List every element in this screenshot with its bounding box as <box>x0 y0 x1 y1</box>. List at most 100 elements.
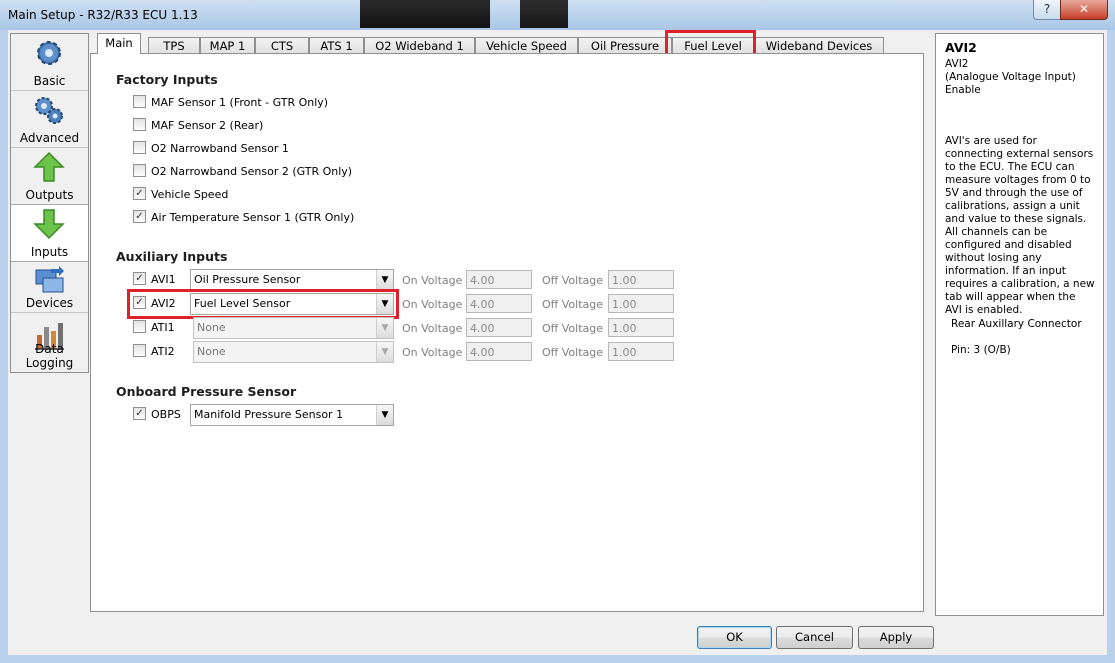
avi1-checkbox[interactable]: ✓ <box>133 272 146 285</box>
ati1-off-voltage-field[interactable]: 1.00 <box>608 318 674 337</box>
sidebar-item-data-logging[interactable]: Data Logging <box>11 316 88 372</box>
avi2-label: AVI2 <box>151 297 176 310</box>
maf-sensor-1-checkbox[interactable] <box>133 95 146 108</box>
down-arrow-icon <box>33 209 65 240</box>
ati2-off-voltage-label: Off Voltage <box>542 346 603 359</box>
maf-sensor-1-label: MAF Sensor 1 (Front - GTR Only) <box>151 96 329 109</box>
devices-icon <box>35 266 64 293</box>
window-title: Main Setup - R32/R33 ECU 1.13 <box>8 8 198 22</box>
ati2-checkbox[interactable] <box>133 344 146 357</box>
avi1-off-voltage-field[interactable]: 1.00 <box>608 270 674 289</box>
sidebar-item-label: Basic <box>33 74 66 88</box>
maf-sensor-2-checkbox[interactable] <box>133 118 146 131</box>
ati2-on-voltage-label: On Voltage <box>402 346 463 359</box>
info-connector: Rear Auxillary Connector <box>951 318 1082 330</box>
gear-icon <box>37 41 61 65</box>
air-temp-sensor-checkbox[interactable]: ✓ <box>133 210 146 223</box>
sidebar-item-label: Inputs <box>30 245 69 259</box>
title-bar-shade-2 <box>520 0 568 28</box>
chevron-down-icon: ▼ <box>376 342 393 362</box>
info-subtitle: AVI2 (Analogue Voltage Input) Enable <box>945 58 1076 97</box>
avi2-sensor-value: Fuel Level Sensor <box>194 297 291 310</box>
o2-narrowband-1-checkbox[interactable] <box>133 141 146 154</box>
factory-inputs-heading: Factory Inputs <box>116 72 218 87</box>
vehicle-speed-checkbox[interactable]: ✓ <box>133 187 146 200</box>
avi2-on-voltage-label: On Voltage <box>402 298 463 311</box>
sidebar-item-label: Outputs <box>25 188 74 202</box>
tab-map-1[interactable]: MAP 1 <box>200 37 255 54</box>
obps-sensor-value: Manifold Pressure Sensor 1 <box>194 408 344 421</box>
chevron-down-icon: ▼ <box>376 405 393 425</box>
obps-label: OBPS <box>151 408 181 421</box>
ati1-on-voltage-label: On Voltage <box>402 322 463 335</box>
chevron-down-icon: ▼ <box>376 294 393 314</box>
tab-main[interactable]: Main <box>97 33 141 54</box>
avi2-sensor-select[interactable]: Fuel Level Sensor ▼ <box>190 293 394 315</box>
apply-button[interactable]: Apply <box>858 626 934 649</box>
avi2-checkbox[interactable]: ✓ <box>133 296 146 309</box>
tab-wideband-devices[interactable]: Wideband Devices <box>754 37 884 54</box>
up-arrow-icon <box>33 151 65 182</box>
avi2-off-voltage-label: Off Voltage <box>542 298 603 311</box>
ok-button[interactable]: OK <box>697 626 772 649</box>
tab-fuel-level[interactable]: Fuel Level <box>672 37 754 54</box>
ati2-on-voltage-field[interactable]: 4.00 <box>466 342 532 361</box>
sidebar-item-label: Devices <box>25 296 74 310</box>
ati1-checkbox[interactable] <box>133 320 146 333</box>
avi1-sensor-select[interactable]: Oil Pressure Sensor ▼ <box>190 269 394 291</box>
info-sub-line: AVI2 <box>945 58 969 70</box>
info-sub-line: Enable <box>945 84 981 96</box>
gears-icon <box>35 97 63 124</box>
sidebar-item-label: Advanced <box>19 131 80 145</box>
sidebar-item-basic[interactable]: Basic <box>11 34 88 91</box>
ati1-label: ATI1 <box>151 321 175 334</box>
avi2-off-voltage-field[interactable]: 1.00 <box>608 294 674 313</box>
avi1-on-voltage-label: On Voltage <box>402 274 463 287</box>
chevron-down-icon: ▼ <box>376 318 393 338</box>
obps-sensor-select[interactable]: Manifold Pressure Sensor 1 ▼ <box>190 404 394 426</box>
onboard-pressure-heading: Onboard Pressure Sensor <box>116 384 297 399</box>
avi1-sensor-value: Oil Pressure Sensor <box>194 273 301 286</box>
air-temp-sensor-label: Air Temperature Sensor 1 (GTR Only) <box>151 211 355 224</box>
vehicle-speed-label: Vehicle Speed <box>151 188 229 201</box>
ati1-off-voltage-label: Off Voltage <box>542 322 603 335</box>
avi1-label: AVI1 <box>151 273 176 286</box>
ati1-sensor-value: None <box>197 321 226 334</box>
sidebar-item-outputs[interactable]: Outputs <box>11 148 88 205</box>
info-panel: AVI2 AVI2 (Analogue Voltage Input) Enabl… <box>935 33 1104 616</box>
tab-ats-1[interactable]: ATS 1 <box>309 37 364 54</box>
sidebar-item-advanced[interactable]: Advanced <box>11 91 88 148</box>
auxiliary-inputs-heading: Auxiliary Inputs <box>116 249 228 264</box>
sidebar-item-devices[interactable]: Devices <box>11 262 88 313</box>
ati1-sensor-select[interactable]: None ▼ <box>193 317 394 339</box>
close-button[interactable]: ✕ <box>1060 0 1108 20</box>
tab-o2-wideband-1[interactable]: O2 Wideband 1 <box>364 37 475 54</box>
sidebar-item-label: Data Logging <box>25 342 74 370</box>
info-description: AVI's are used for connecting external s… <box>945 135 1095 316</box>
sidebar-item-inputs[interactable]: Inputs <box>11 204 88 262</box>
tab-tps[interactable]: TPS <box>148 37 200 54</box>
ati2-sensor-value: None <box>197 345 226 358</box>
help-button[interactable]: ? <box>1033 0 1061 20</box>
info-sub-line: (Analogue Voltage Input) <box>945 71 1076 83</box>
ati2-sensor-select[interactable]: None ▼ <box>193 341 394 363</box>
ati2-off-voltage-field[interactable]: 1.00 <box>608 342 674 361</box>
o2-narrowband-2-label: O2 Narrowband Sensor 2 (GTR Only) <box>151 165 353 178</box>
avi2-on-voltage-field[interactable]: 4.00 <box>466 294 532 313</box>
avi1-off-voltage-label: Off Voltage <box>542 274 603 287</box>
title-bar-shade <box>360 0 490 28</box>
obps-checkbox[interactable]: ✓ <box>133 407 146 420</box>
info-title: AVI2 <box>945 40 977 55</box>
ati1-on-voltage-field[interactable]: 4.00 <box>466 318 532 337</box>
tab-oil-pressure[interactable]: Oil Pressure <box>578 37 672 54</box>
o2-narrowband-2-checkbox[interactable] <box>133 164 146 177</box>
maf-sensor-2-label: MAF Sensor 2 (Rear) <box>151 119 264 132</box>
tab-cts[interactable]: CTS <box>255 37 309 54</box>
cancel-button[interactable]: Cancel <box>776 626 853 649</box>
tab-vehicle-speed[interactable]: Vehicle Speed <box>475 37 578 54</box>
ati2-label: ATI2 <box>151 345 175 358</box>
chevron-down-icon: ▼ <box>376 270 393 290</box>
sidebar: Basic Advanced Outputs Inputs Devices Da… <box>10 33 89 373</box>
avi1-on-voltage-field[interactable]: 4.00 <box>466 270 532 289</box>
o2-narrowband-1-label: O2 Narrowband Sensor 1 <box>151 142 289 155</box>
